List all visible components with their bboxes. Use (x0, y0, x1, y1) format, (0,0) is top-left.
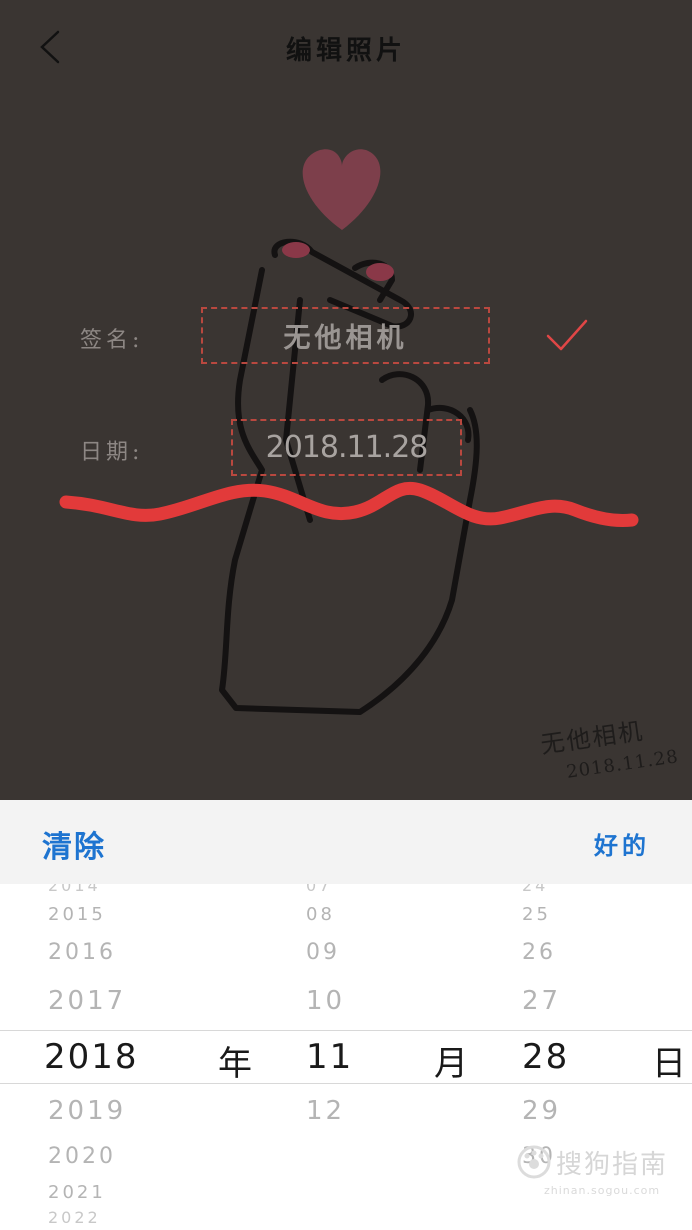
ok-button[interactable]: 好的 (594, 826, 650, 861)
year-option[interactable]: 2020 (48, 1144, 116, 1169)
checkmark-icon (546, 319, 588, 351)
day-option[interactable]: 30 (522, 1144, 556, 1169)
photo-canvas: 编辑照片 签名: 无他相机 日期: 2018.11.28 无他相机 2018.1… (0, 0, 692, 800)
month-option-selected[interactable]: 11 (306, 1037, 353, 1077)
day-option[interactable]: 29 (522, 1096, 561, 1126)
date-picker[interactable]: 2014 2015 2016 2017 2018 2019 2020 2021 … (0, 884, 692, 1230)
page-title: 编辑照片 (285, 36, 406, 66)
day-option[interactable]: 25 (522, 904, 551, 925)
signature-label: 签名: (80, 328, 144, 353)
clear-button[interactable]: 清除 (42, 822, 106, 866)
day-option[interactable]: 24 (522, 884, 548, 895)
day-option[interactable]: 27 (522, 986, 561, 1016)
nail-shape (366, 263, 394, 281)
heart-shape (302, 149, 381, 230)
year-option[interactable]: 2015 (48, 904, 106, 925)
signature-field[interactable]: 无他相机 (201, 307, 490, 364)
year-option[interactable]: 2021 (48, 1182, 106, 1203)
month-option[interactable]: 07 (306, 884, 332, 895)
day-option[interactable]: 26 (522, 940, 556, 965)
photo-illustration (59, 149, 639, 715)
year-option[interactable]: 2022 (48, 1208, 101, 1227)
year-option[interactable]: 2016 (48, 940, 116, 965)
date-label: 日期: (80, 440, 144, 465)
day-unit-label: 日 (652, 1044, 686, 1084)
year-option[interactable]: 2014 (48, 884, 101, 895)
month-unit-label: 月 (434, 1044, 468, 1084)
month-option[interactable]: 12 (306, 1096, 345, 1126)
month-option[interactable]: 10 (306, 986, 345, 1016)
year-option-selected[interactable]: 2018 (44, 1037, 139, 1077)
year-option[interactable]: 2019 (48, 1096, 126, 1126)
top-bar: 编辑照片 (0, 0, 692, 96)
nail-shape (282, 242, 310, 258)
year-unit-label: 年 (218, 1044, 252, 1084)
year-option[interactable]: 2017 (48, 986, 126, 1016)
date-field[interactable]: 2018.11.28 (231, 419, 462, 476)
day-option-selected[interactable]: 28 (522, 1037, 569, 1077)
month-option[interactable]: 08 (306, 904, 335, 925)
red-wavy-line (59, 481, 639, 527)
month-option[interactable]: 09 (306, 940, 340, 965)
confirm-button[interactable] (545, 316, 589, 356)
